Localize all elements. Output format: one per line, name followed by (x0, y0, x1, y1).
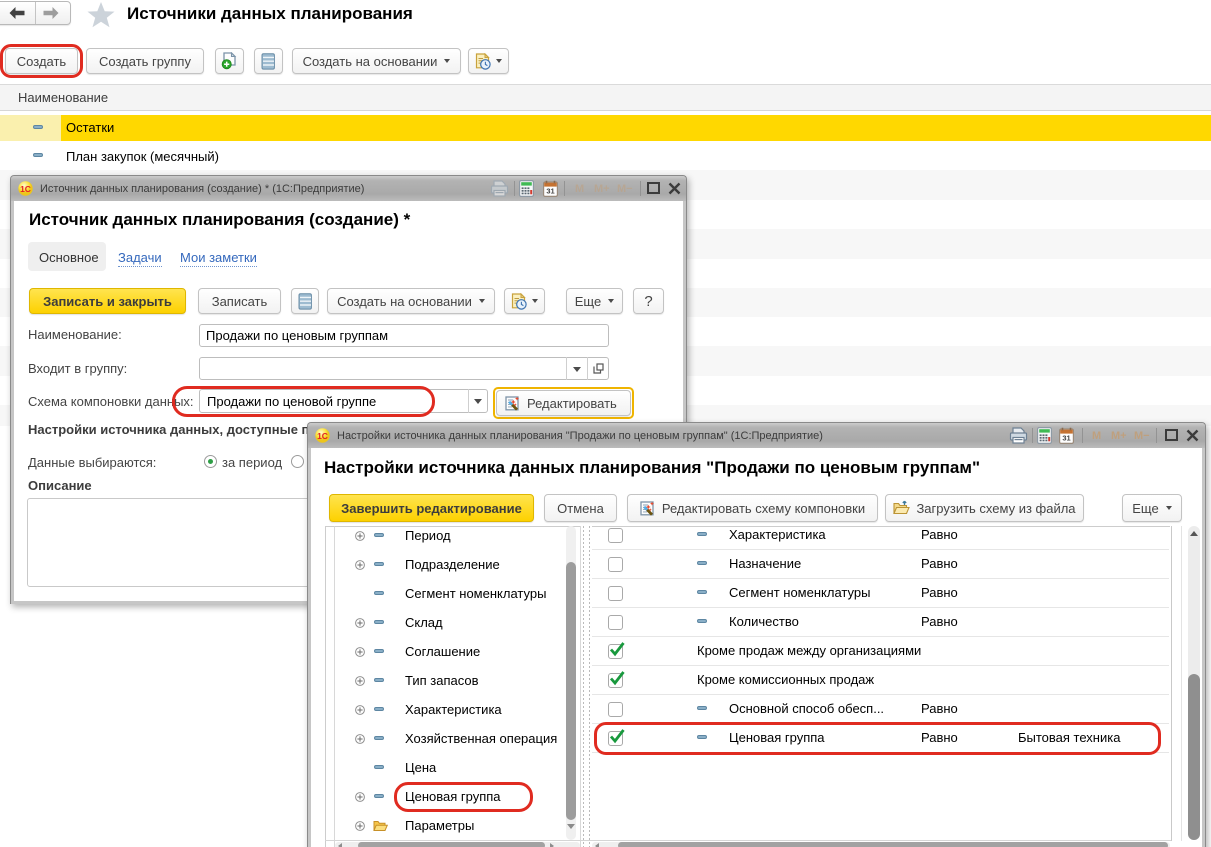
svg-text:31: 31 (546, 187, 554, 196)
svg-text:31: 31 (1062, 434, 1070, 443)
svg-text:1С: 1С (20, 184, 31, 194)
svg-text:1С: 1С (317, 431, 328, 441)
